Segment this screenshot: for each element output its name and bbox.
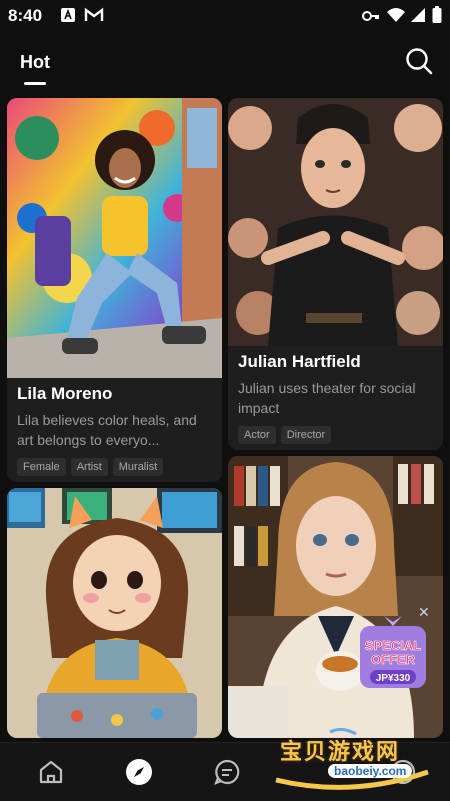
character-card[interactable]: Julian Hartfield Julian uses theater for… bbox=[228, 98, 443, 450]
status-bar: 8:40 bbox=[0, 0, 450, 32]
compass-icon[interactable] bbox=[124, 757, 154, 787]
top-bar: Hot bbox=[0, 32, 450, 92]
character-image bbox=[7, 98, 222, 378]
offer-line1: SPECIAL bbox=[365, 638, 421, 653]
watermark-url: baobeiy.com bbox=[328, 764, 413, 778]
watermark-logo: 宝贝游戏网 baobeiy.com bbox=[272, 728, 432, 790]
card-info: Lila Moreno Lila believes color heals, a… bbox=[7, 378, 222, 482]
home-icon[interactable] bbox=[36, 757, 66, 787]
offer-line2: OFFER bbox=[371, 652, 416, 667]
character-card[interactable] bbox=[7, 488, 222, 738]
character-image bbox=[228, 98, 443, 346]
tag: Female bbox=[17, 458, 66, 476]
signal-icon bbox=[411, 8, 425, 22]
card-info: Julian Hartfield Julian uses theater for… bbox=[228, 346, 443, 450]
battery-icon bbox=[432, 6, 442, 23]
key-icon bbox=[362, 11, 379, 21]
tab-active-indicator bbox=[24, 82, 46, 85]
character-image bbox=[228, 456, 443, 738]
tag: Director bbox=[280, 426, 332, 444]
tag-list: Actor Director bbox=[238, 426, 332, 444]
gmail-icon bbox=[84, 7, 104, 21]
character-name: Julian Hartfield bbox=[238, 352, 361, 371]
tag: Artist bbox=[70, 458, 108, 476]
character-description: Lila believes color heals, and art belon… bbox=[17, 412, 197, 448]
close-icon[interactable]: ✕ bbox=[418, 604, 430, 621]
wifi-icon bbox=[387, 8, 405, 22]
character-image bbox=[7, 488, 222, 738]
character-name: Lila Moreno bbox=[17, 384, 113, 403]
character-card[interactable]: Lila Moreno Lila believes color heals, a… bbox=[7, 98, 222, 482]
character-description: Julian uses theater for social impact bbox=[238, 380, 416, 416]
search-icon[interactable] bbox=[404, 46, 434, 76]
status-time: 8:40 bbox=[8, 6, 43, 25]
chat-icon[interactable] bbox=[212, 757, 242, 787]
tab-hot[interactable]: Hot bbox=[20, 52, 50, 73]
character-card[interactable] bbox=[228, 456, 443, 738]
tag: Muralist bbox=[112, 458, 164, 476]
special-offer-badge[interactable]: SPECIAL OFFER JP¥330 bbox=[356, 616, 430, 694]
tag-list: Female Artist Muralist bbox=[17, 458, 164, 476]
tag: Actor bbox=[238, 426, 276, 444]
watermark-text: 宝贝游戏网 bbox=[280, 739, 401, 764]
app-a-icon bbox=[61, 8, 75, 22]
offer-price: JP¥330 bbox=[376, 673, 411, 684]
